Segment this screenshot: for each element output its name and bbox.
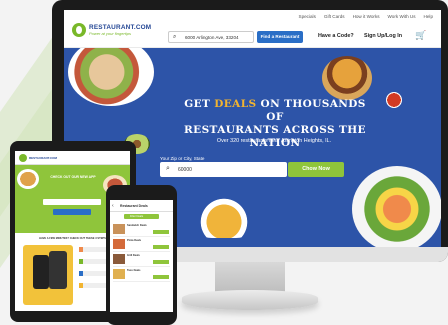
- have-code-link[interactable]: Have a Code?: [318, 33, 354, 39]
- zip-value: 60000: [178, 167, 192, 173]
- search-icon: ⌕: [166, 165, 170, 172]
- top-links: Specials Gift Cards How it Works Work Wi…: [299, 14, 434, 19]
- link-specials[interactable]: Specials: [299, 14, 316, 19]
- tablet-header: RESTAURANT.COM: [15, 151, 130, 165]
- deal-row[interactable]: Taco Deals: [113, 267, 170, 282]
- tablet-promo-phone-image: [49, 251, 67, 289]
- link-gift-cards[interactable]: Gift Cards: [324, 14, 345, 19]
- logo-name: RESTAURANT.COM: [89, 24, 152, 31]
- deal-name: Grill Deals: [127, 254, 140, 257]
- hero-subtitle: Over 320 restaurants near Arlington Heig…: [216, 138, 332, 144]
- phone-back-icon[interactable]: ‹: [112, 203, 114, 209]
- deal-thumb: [113, 254, 125, 264]
- tablet-promo-phone-image: [33, 255, 49, 289]
- phone-title: Restaurant Deals: [120, 204, 148, 208]
- tablet-headline: CHECK OUT OUR NEW APP: [50, 175, 96, 179]
- tablet-button[interactable]: [53, 209, 91, 215]
- link-how-it-works[interactable]: How it Works: [353, 14, 380, 19]
- tacos-plate-image: [68, 48, 154, 106]
- search-icon: ⌕: [173, 34, 177, 40]
- tablet-input[interactable]: [43, 199, 101, 205]
- burger-image: [322, 56, 372, 100]
- deal-thumb: [113, 269, 125, 279]
- hero-line1-post: ON THOUSANDS OF: [256, 98, 366, 123]
- signup-login-link[interactable]: Sign Up/Log In: [364, 33, 402, 39]
- chow-now-button[interactable]: Chow Now: [288, 162, 344, 177]
- zip-input[interactable]: ⌕ 60000: [160, 162, 287, 177]
- hero-line1-pre: GET: [184, 98, 215, 110]
- tablet-phone-promo: [23, 245, 73, 305]
- phone-screen: ‹ Restaurant Deals Filter Deals Sandwich…: [110, 200, 173, 312]
- monitor-stand-base: [182, 290, 318, 310]
- deal-buy-button[interactable]: [153, 230, 169, 234]
- phone-filter-button[interactable]: Filter Deals: [124, 214, 159, 219]
- tablet-logo-icon: [19, 154, 27, 162]
- phone-filter-label: Filter Deals: [130, 214, 144, 218]
- logo-tagline: Power at your fingertips: [89, 31, 132, 36]
- sauce-cup-image: [386, 92, 402, 108]
- phone-deal-list: Sandwich Deals Pizza Deals Grill Deals T…: [113, 222, 170, 282]
- deal-row[interactable]: Grill Deals: [113, 252, 170, 267]
- address-input[interactable]: ⌕ 6000 Arlington Ave, 33204: [168, 31, 254, 43]
- deal-buy-button[interactable]: [153, 275, 169, 279]
- logo-icon: [72, 23, 86, 37]
- link-work-with-us[interactable]: Work With Us: [388, 14, 416, 19]
- zip-label: Your Zip or City, State: [160, 156, 205, 161]
- deal-name: Sandwich Deals: [127, 224, 147, 227]
- find-restaurant-button[interactable]: Find a Restaurant: [257, 31, 303, 43]
- deal-buy-button[interactable]: [153, 260, 169, 264]
- deal-thumb: [113, 239, 125, 249]
- link-help[interactable]: Help: [424, 14, 433, 19]
- hero-deals-word: DEALS: [214, 98, 257, 110]
- deal-row[interactable]: Pizza Deals: [113, 237, 170, 252]
- deal-row[interactable]: Sandwich Deals: [113, 222, 170, 237]
- site-header: Specials Gift Cards How it Works Work Wi…: [64, 10, 441, 48]
- deal-buy-button[interactable]: [153, 245, 169, 249]
- tablet-logo-name: RESTAURANT.COM: [29, 156, 57, 160]
- phone-header: ‹ Restaurant Deals: [110, 200, 173, 212]
- cart-icon[interactable]: 🛒: [415, 30, 426, 41]
- site-logo[interactable]: RESTAURANT.COM Power at your fingertips: [72, 23, 151, 37]
- deal-name: Taco Deals: [127, 269, 141, 272]
- fries-image: [194, 198, 254, 238]
- salad-bowl-image: [352, 166, 441, 247]
- deal-name: Pizza Deals: [127, 239, 142, 242]
- tablet-food-image: [17, 169, 39, 189]
- deal-thumb: [113, 224, 125, 234]
- address-value: 6000 Arlington Ave, 33204: [185, 35, 239, 40]
- hero-line2: RESTAURANTS ACROSS THE NATION: [184, 124, 366, 149]
